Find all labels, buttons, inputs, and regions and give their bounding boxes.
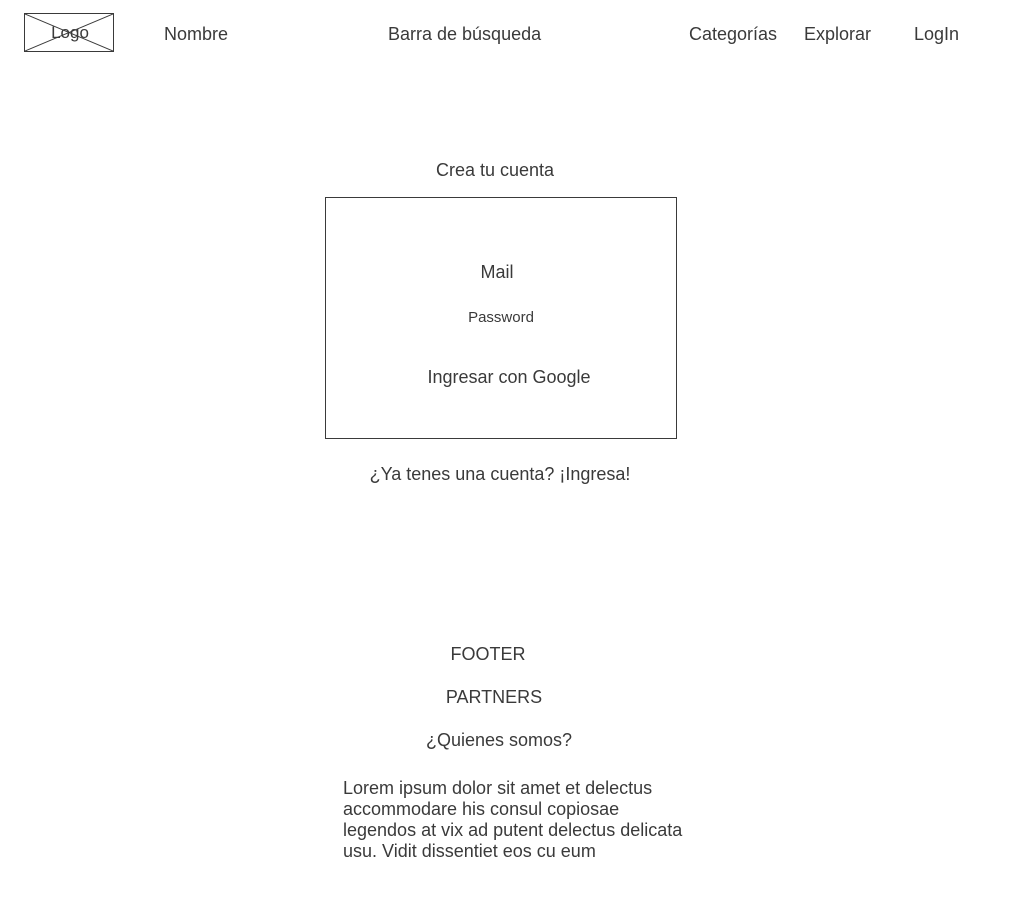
footer-title: FOOTER: [450, 644, 526, 664]
login-link[interactable]: LogIn: [914, 24, 959, 44]
logo-label: Logo: [51, 23, 89, 42]
about-us-text: Lorem ipsum dolor sit amet et delectus a…: [343, 778, 683, 861]
login-prompt-link[interactable]: ¿Ya tenes una cuenta? ¡Ingresa!: [350, 464, 650, 484]
nav-categories-link[interactable]: Categorías: [689, 24, 777, 44]
search-bar[interactable]: Barra de búsqueda: [388, 24, 541, 44]
nav-explore-link[interactable]: Explorar: [804, 24, 871, 44]
partners-link[interactable]: PARTNERS: [434, 687, 554, 707]
logo-placeholder[interactable]: Logo: [24, 13, 114, 52]
mail-field[interactable]: Mail: [447, 262, 547, 282]
google-login-button[interactable]: Ingresar con Google: [409, 367, 609, 387]
site-name-link[interactable]: Nombre: [164, 24, 228, 44]
signup-title: Crea tu cuenta: [435, 160, 555, 180]
about-us-link[interactable]: ¿Quienes somos?: [409, 730, 589, 750]
password-field[interactable]: Password: [441, 309, 561, 327]
